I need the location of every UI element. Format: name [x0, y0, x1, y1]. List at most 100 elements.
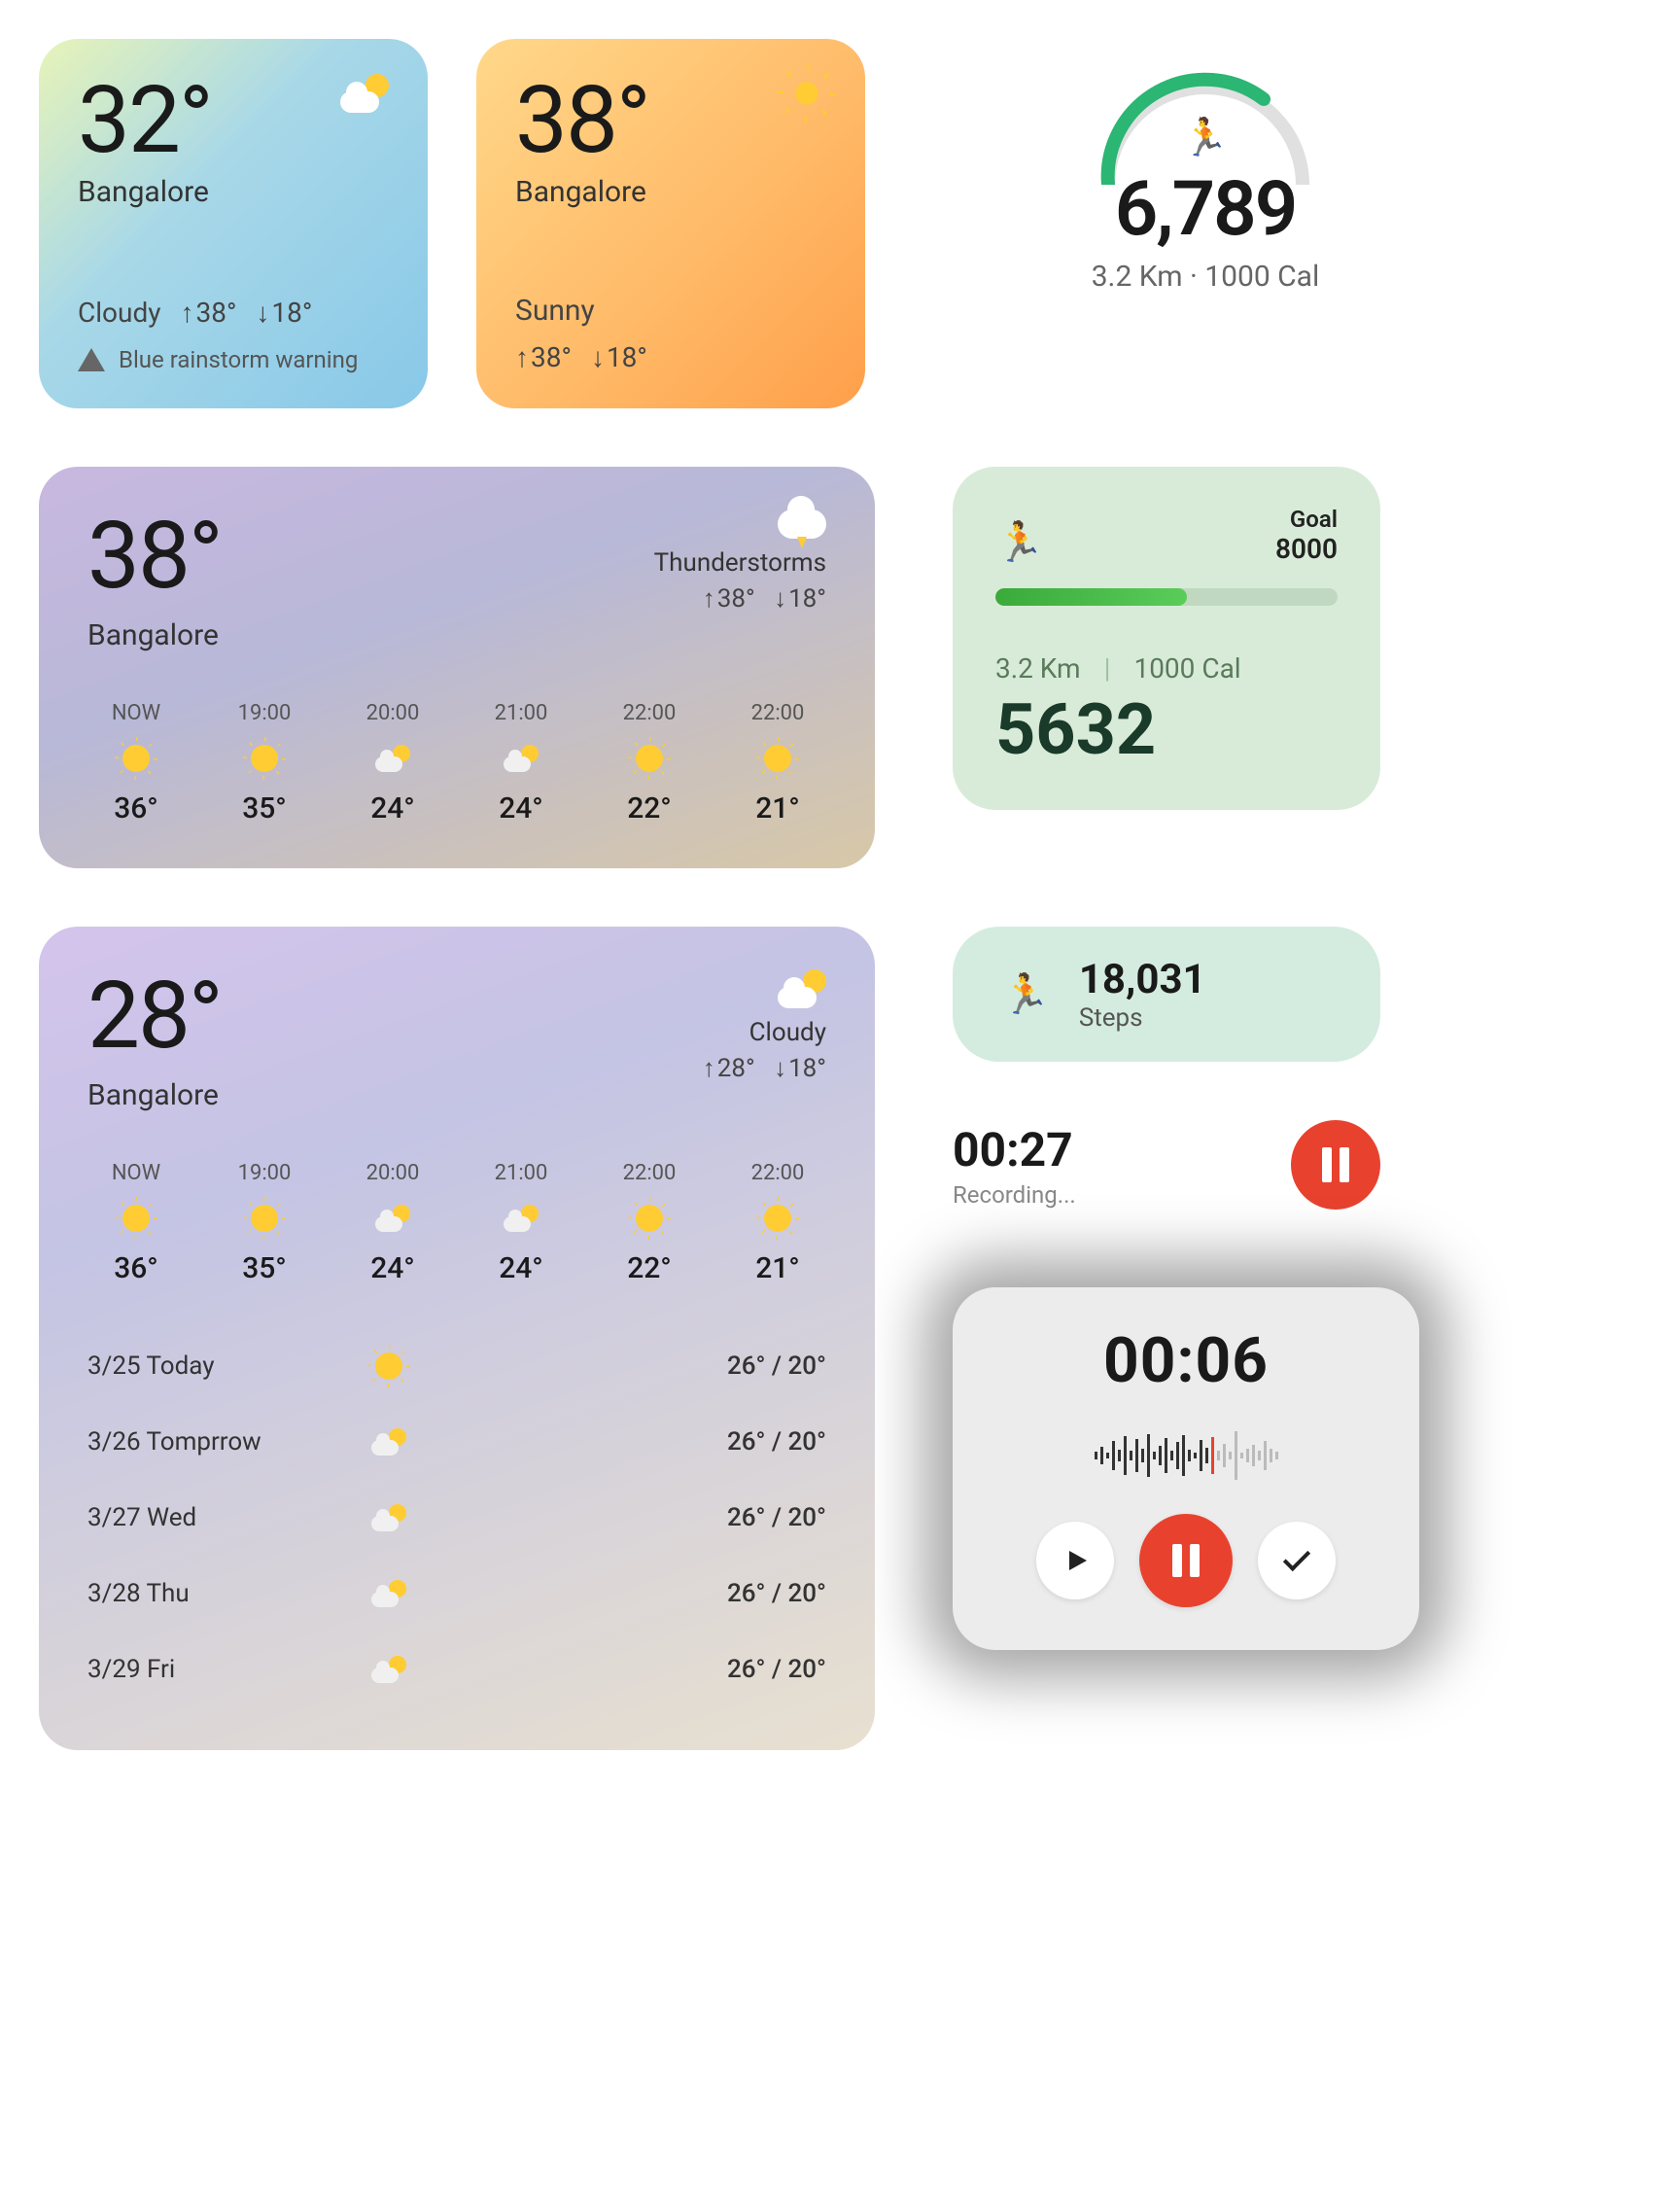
daily-row: 3/28 Thu 26° / 20°: [87, 1556, 826, 1632]
hour-column: 21:00 24°: [472, 701, 570, 825]
hour-temp: 22°: [627, 791, 672, 825]
hour-column: 21:00 24°: [472, 1161, 570, 1285]
city-label: Bangalore: [78, 175, 389, 209]
condition-label: Cloudy: [749, 1018, 826, 1047]
daily-date: 3/28 Thu: [87, 1579, 340, 1608]
weather-card-small-cloudy[interactable]: 32° Bangalore Cloudy 38° 18° Blue rainst…: [39, 39, 428, 408]
hour-column: NOW 36°: [87, 701, 185, 825]
hour-temp: 24°: [499, 1251, 543, 1285]
cloud-sun-icon: [375, 741, 410, 776]
steps-count: 18,031: [1079, 956, 1206, 1003]
done-button[interactable]: [1258, 1522, 1336, 1599]
city-label: Bangalore: [515, 175, 826, 209]
hour-temp: 35°: [242, 791, 287, 825]
hour-temp: 21°: [755, 1251, 800, 1285]
sun-icon: [632, 1201, 667, 1236]
waveform: [992, 1426, 1380, 1485]
hour-time: 22:00: [751, 701, 805, 725]
recording-time: 00:27: [953, 1122, 1076, 1177]
hour-temp: 36°: [114, 1251, 158, 1285]
hour-temp: 35°: [242, 1251, 287, 1285]
daily-date: 3/25 Today: [87, 1352, 340, 1381]
hour-temp: 21°: [755, 791, 800, 825]
runner-icon: 🏃: [995, 519, 1044, 565]
recorder-time: 00:06: [1103, 1324, 1269, 1397]
pause-button[interactable]: [1139, 1514, 1233, 1607]
sun-icon: [632, 741, 667, 776]
hour-temp: 22°: [627, 1251, 672, 1285]
distance: 3.2 Km: [995, 652, 1081, 685]
hour-time: 19:00: [238, 701, 292, 725]
temperature: 38°: [87, 509, 222, 603]
hour-temp: 24°: [370, 791, 415, 825]
sun-icon: [247, 1201, 282, 1236]
hour-time: 19:00: [238, 1161, 292, 1185]
cloud-sun-icon: [340, 1656, 437, 1683]
hour-column: 22:00 21°: [729, 701, 826, 825]
city-label: Bangalore: [87, 618, 222, 652]
pause-button[interactable]: [1291, 1120, 1380, 1210]
hour-time: 20:00: [366, 701, 420, 725]
daily-date: 3/26 Tomprrow: [87, 1427, 340, 1457]
condition-label: Sunny: [515, 294, 826, 328]
sun-icon: [760, 1201, 795, 1236]
cloud-sun-icon: [778, 969, 826, 1008]
flag-button[interactable]: [1036, 1522, 1114, 1599]
hour-time: 21:00: [495, 701, 548, 725]
high-temp: 38°: [703, 584, 755, 614]
condition-label: Cloudy: [78, 297, 160, 329]
cloud-sun-icon: [340, 1580, 437, 1607]
daily-date: 3/27 Wed: [87, 1503, 340, 1532]
high-temp: 38°: [515, 341, 572, 373]
hour-time: 20:00: [366, 1161, 420, 1185]
daily-high-low: 26° / 20°: [727, 1503, 826, 1532]
weather-card-hourly-daily[interactable]: 28° Bangalore Cloudy 28° 18° NOW36°19:00…: [39, 927, 875, 1750]
daily-date: 3/29 Fri: [87, 1655, 340, 1684]
sun-icon: [119, 741, 154, 776]
low-temp: 18°: [591, 341, 647, 373]
daily-high-low: 26° / 20°: [727, 1579, 826, 1608]
hour-column: 19:00 35°: [216, 701, 313, 825]
city-label: Bangalore: [87, 1078, 222, 1112]
hour-time: 21:00: [495, 1161, 548, 1185]
hour-time: NOW: [112, 701, 160, 725]
recording-row-widget: 00:27 Recording...: [953, 1120, 1380, 1210]
weather-card-small-sunny[interactable]: 38° Bangalore Sunny 38° 18°: [476, 39, 865, 408]
warning-icon: [78, 348, 105, 371]
hour-time: 22:00: [623, 701, 677, 725]
hour-column: 22:0021°: [729, 1161, 826, 1285]
daily-row: 3/29 Fri26° / 20°: [87, 1632, 826, 1707]
daily-row: 3/26 Tomprrow 26° / 20°: [87, 1404, 826, 1480]
daily-high-low: 26° / 20°: [727, 1427, 826, 1457]
temperature: 28°: [87, 969, 222, 1063]
hour-column: 22:0022°: [601, 1161, 698, 1285]
low-temp: 18°: [774, 584, 826, 614]
recording-status: Recording...: [953, 1181, 1076, 1209]
hour-column: 19:00 35°: [216, 1161, 313, 1285]
sun-icon: [340, 1352, 437, 1380]
steps-goal-card[interactable]: 🏃 Goal 8000 3.2 Km | 1000 Cal 5632: [953, 467, 1380, 810]
sun-icon: [119, 1201, 154, 1236]
hour-temp: 24°: [499, 791, 543, 825]
cloud-sun-icon: [340, 74, 389, 113]
sun-icon: [787, 74, 826, 113]
calories: 1000 Cal: [1133, 652, 1240, 685]
steps-count: 5632: [995, 688, 1338, 771]
progress-bar: [995, 588, 1338, 606]
thunderstorm-icon: [778, 509, 826, 539]
cloud-sun-icon: [375, 1201, 410, 1236]
goal-label: Goal: [1275, 506, 1338, 533]
hour-temp: 24°: [370, 1251, 415, 1285]
steps-ring-widget[interactable]: 🏃 6,789 3.2 Km · 1000 Cal: [953, 39, 1458, 294]
hour-column: NOW36°: [87, 1161, 185, 1285]
low-temp: 18°: [774, 1054, 826, 1083]
weather-card-hourly-1[interactable]: 38° Bangalore Thunderstorms 38° 18° NOW3…: [39, 467, 875, 868]
check-icon: [1283, 1544, 1310, 1571]
hour-temp: 36°: [114, 791, 158, 825]
steps-pill-widget[interactable]: 🏃 18,031 Steps: [953, 927, 1380, 1062]
cloud-sun-icon: [504, 741, 539, 776]
hour-column: 22:00 22°: [601, 701, 698, 825]
runner-icon: 🏃: [1182, 117, 1228, 159]
runner-icon: 🏃: [1001, 971, 1050, 1017]
recorder-card[interactable]: 00:06: [953, 1287, 1419, 1650]
